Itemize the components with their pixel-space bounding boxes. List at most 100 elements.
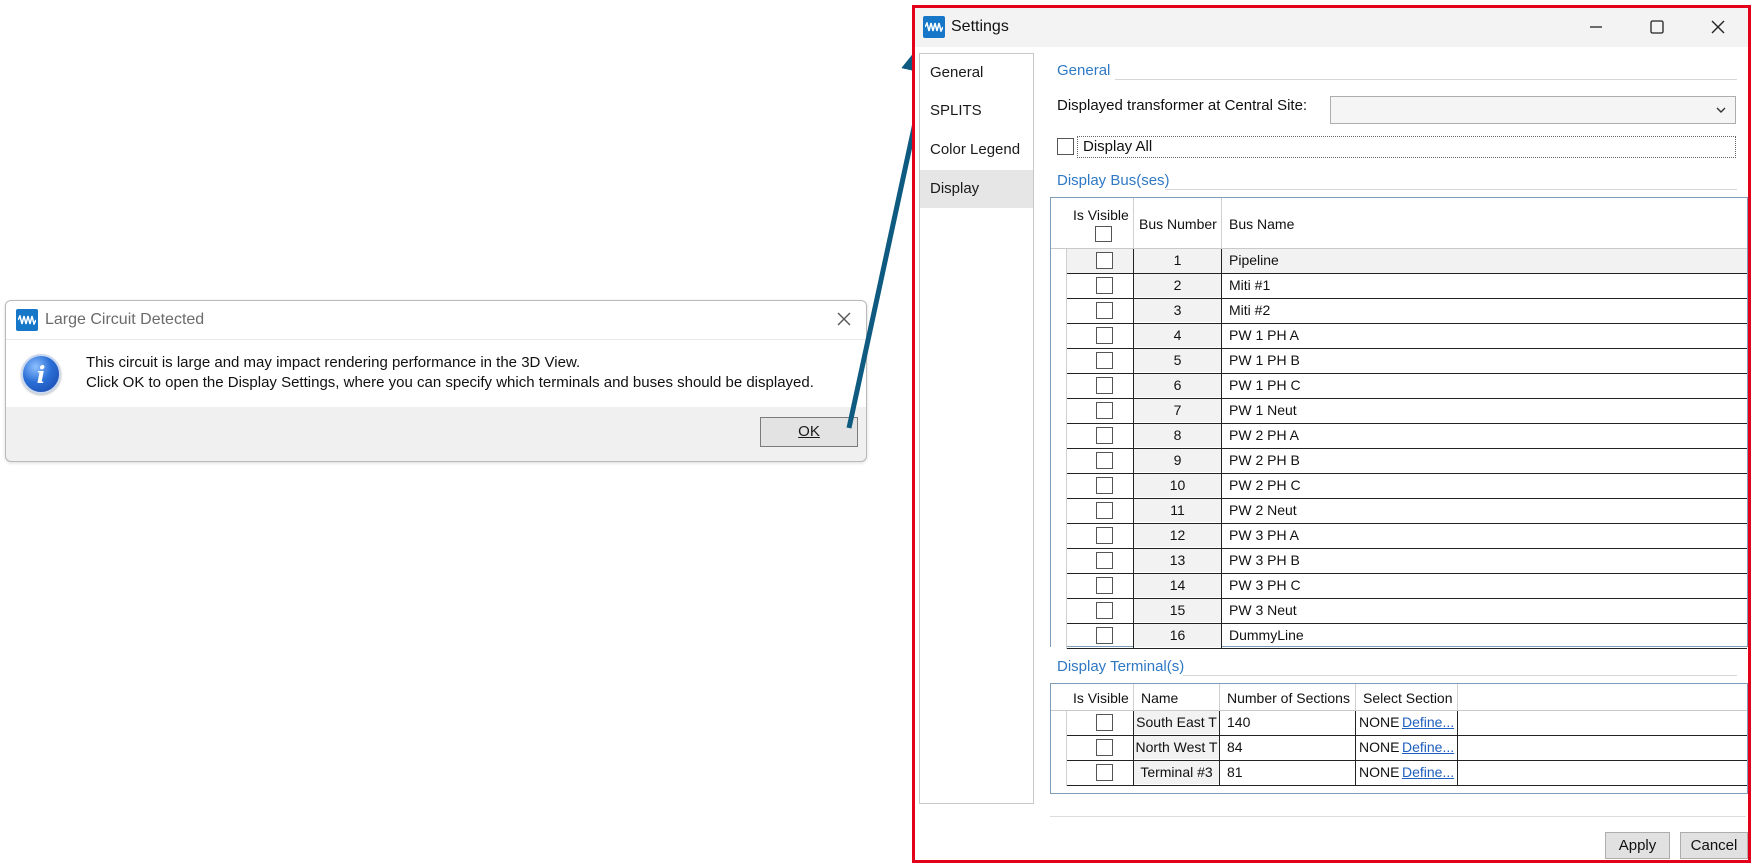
table-row[interactable]: 12 PW 3 PH A bbox=[1067, 524, 1747, 549]
bus-visible-checkbox[interactable] bbox=[1096, 527, 1113, 544]
cell-divider bbox=[1221, 599, 1222, 623]
cell-divider bbox=[1219, 711, 1220, 735]
row-header[interactable] bbox=[1051, 736, 1067, 761]
row-header[interactable] bbox=[1051, 549, 1067, 574]
table-row[interactable]: 14 PW 3 PH C bbox=[1067, 574, 1747, 599]
bus-name: PW 2 Neut bbox=[1229, 502, 1297, 518]
table-row[interactable]: 15 PW 3 Neut bbox=[1067, 599, 1747, 624]
bus-visible-checkbox[interactable] bbox=[1096, 377, 1113, 394]
terminal-visible-checkbox[interactable] bbox=[1096, 764, 1113, 781]
row-header[interactable] bbox=[1051, 499, 1067, 524]
display-all-focus-rect bbox=[1077, 136, 1736, 158]
table-row[interactable]: 7 PW 1 Neut bbox=[1067, 399, 1747, 424]
table-row[interactable]: North West T 84 NONE Define... bbox=[1067, 736, 1747, 761]
dialog-body: i This circuit is large and may impact r… bbox=[6, 339, 866, 407]
display-all-label[interactable]: Display All bbox=[1083, 138, 1152, 155]
bus-visible-checkbox[interactable] bbox=[1096, 252, 1113, 269]
bus-visible-checkbox[interactable] bbox=[1096, 452, 1113, 469]
bus-col-number[interactable]: Bus Number bbox=[1139, 216, 1217, 232]
nav-item-display[interactable]: Display bbox=[920, 170, 1033, 208]
terminal-col-select-section[interactable]: Select Section bbox=[1363, 690, 1453, 706]
bus-visible-checkbox[interactable] bbox=[1096, 352, 1113, 369]
row-header[interactable] bbox=[1051, 299, 1067, 324]
table-row[interactable]: Terminal #3 81 NONE Define... bbox=[1067, 761, 1747, 786]
bus-visible-checkbox[interactable] bbox=[1096, 427, 1113, 444]
table-row[interactable]: 10 PW 2 PH C bbox=[1067, 474, 1747, 499]
bus-visible-checkbox[interactable] bbox=[1096, 627, 1113, 644]
row-header[interactable] bbox=[1051, 711, 1067, 736]
row-header[interactable] bbox=[1051, 449, 1067, 474]
row-header[interactable] bbox=[1051, 274, 1067, 299]
bus-select-all-checkbox[interactable] bbox=[1095, 226, 1112, 242]
close-icon[interactable] bbox=[834, 309, 854, 329]
bus-number: 4 bbox=[1134, 324, 1221, 347]
cell-divider bbox=[1221, 374, 1222, 398]
table-row[interactable]: 13 PW 3 PH B bbox=[1067, 549, 1747, 574]
cell-divider bbox=[1355, 736, 1356, 760]
bus-visible-checkbox[interactable] bbox=[1096, 277, 1113, 294]
row-header[interactable] bbox=[1051, 599, 1067, 624]
row-header[interactable] bbox=[1051, 424, 1067, 449]
bus-number: 6 bbox=[1134, 374, 1221, 397]
table-row[interactable]: 3 Miti #2 bbox=[1067, 299, 1747, 324]
table-row[interactable]: 2 Miti #1 bbox=[1067, 274, 1747, 299]
terminal-col-sections[interactable]: Number of Sections bbox=[1227, 690, 1350, 706]
table-row[interactable]: 16 DummyLine bbox=[1067, 624, 1747, 649]
table-row[interactable]: South East T 140 NONE Define... bbox=[1067, 711, 1747, 736]
bus-col-is-visible[interactable]: Is Visible bbox=[1073, 207, 1129, 223]
bus-visible-checkbox[interactable] bbox=[1096, 327, 1113, 344]
ok-button[interactable]: OK bbox=[760, 417, 858, 447]
terminal-col-is-visible[interactable]: Is Visible bbox=[1073, 690, 1129, 706]
bus-visible-checkbox[interactable] bbox=[1096, 602, 1113, 619]
row-header[interactable] bbox=[1051, 761, 1067, 786]
cancel-button[interactable]: Cancel bbox=[1680, 832, 1748, 859]
terminal-col-name[interactable]: Name bbox=[1141, 690, 1178, 706]
settings-title: Settings bbox=[951, 18, 1009, 35]
row-header[interactable] bbox=[1051, 249, 1067, 274]
terminal-visible-checkbox[interactable] bbox=[1096, 714, 1113, 731]
define-section-link[interactable]: Define... bbox=[1402, 711, 1454, 734]
bus-visible-checkbox[interactable] bbox=[1096, 402, 1113, 419]
table-row[interactable]: 9 PW 2 PH B bbox=[1067, 449, 1747, 474]
bus-visible-checkbox[interactable] bbox=[1096, 502, 1113, 519]
maximize-icon[interactable] bbox=[1646, 16, 1668, 38]
apply-button[interactable]: Apply bbox=[1605, 832, 1670, 859]
close-icon[interactable] bbox=[1707, 16, 1729, 38]
nav-item-splits[interactable]: SPLITS bbox=[920, 92, 1033, 130]
cell-divider bbox=[1219, 736, 1220, 760]
bus-col-name[interactable]: Bus Name bbox=[1229, 216, 1294, 232]
row-header[interactable] bbox=[1051, 374, 1067, 399]
footer-divider bbox=[1050, 816, 1746, 817]
bus-visible-checkbox[interactable] bbox=[1096, 577, 1113, 594]
row-header[interactable] bbox=[1051, 324, 1067, 349]
bus-visible-checkbox[interactable] bbox=[1096, 302, 1113, 319]
define-section-link[interactable]: Define... bbox=[1402, 761, 1454, 784]
dialog-footer: OK bbox=[6, 405, 866, 461]
table-row[interactable]: 5 PW 1 PH B bbox=[1067, 349, 1747, 374]
nav-item-color-legend[interactable]: Color Legend bbox=[920, 131, 1033, 169]
define-section-link[interactable]: Define... bbox=[1402, 736, 1454, 759]
transformer-dropdown[interactable] bbox=[1330, 96, 1736, 124]
table-row[interactable]: 6 PW 1 PH C bbox=[1067, 374, 1747, 399]
table-row[interactable]: 8 PW 2 PH A bbox=[1067, 424, 1747, 449]
minimize-icon[interactable] bbox=[1585, 16, 1607, 38]
bus-name: Miti #1 bbox=[1229, 277, 1271, 293]
row-header[interactable] bbox=[1051, 524, 1067, 549]
table-row[interactable]: 11 PW 2 Neut bbox=[1067, 499, 1747, 524]
row-header[interactable] bbox=[1051, 474, 1067, 499]
display-all-checkbox[interactable] bbox=[1057, 138, 1074, 155]
bus-number: 15 bbox=[1134, 599, 1221, 622]
terminal-visible-checkbox[interactable] bbox=[1096, 739, 1113, 756]
row-header[interactable] bbox=[1051, 399, 1067, 424]
cell-divider bbox=[1221, 424, 1222, 448]
row-header[interactable] bbox=[1051, 349, 1067, 374]
table-row[interactable]: 1 Pipeline bbox=[1067, 249, 1747, 274]
row-header[interactable] bbox=[1051, 624, 1067, 649]
nav-item-general[interactable]: General bbox=[920, 54, 1033, 92]
bus-visible-checkbox[interactable] bbox=[1096, 552, 1113, 569]
bus-visible-checkbox[interactable] bbox=[1096, 477, 1113, 494]
cell-divider bbox=[1221, 499, 1222, 523]
row-header[interactable] bbox=[1051, 574, 1067, 599]
table-row[interactable]: 4 PW 1 PH A bbox=[1067, 324, 1747, 349]
dialog-title: Large Circuit Detected bbox=[45, 311, 205, 328]
